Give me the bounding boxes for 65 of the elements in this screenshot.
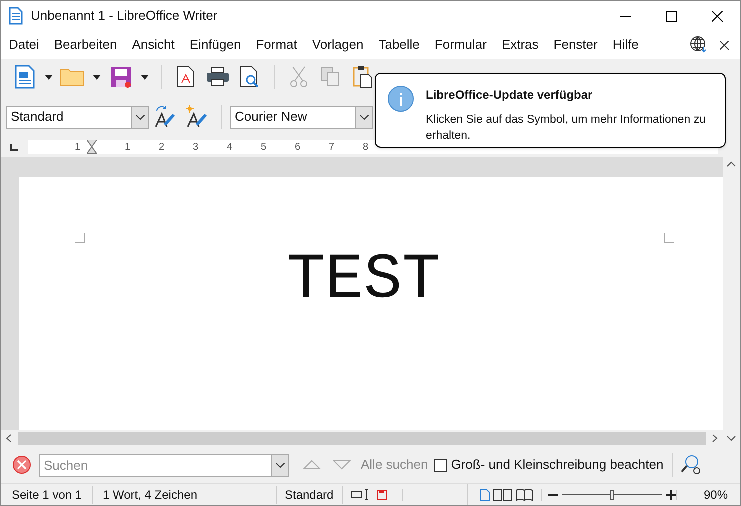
ruler-number: 7 — [329, 141, 335, 155]
notification-message: Klicken Sie auf das Symbol, um mehr Informationen zu erhalten. — [426, 113, 707, 144]
close-icon — [720, 40, 728, 50]
dropdown-caret-icon[interactable] — [93, 74, 101, 80]
paragraph-style-field[interactable]: Standard — [6, 106, 149, 128]
word-count: 1 Wort, 4 Zeichen — [93, 486, 277, 504]
indent-marker-icon[interactable] — [87, 140, 97, 154]
dropdown-caret-icon[interactable] — [141, 74, 149, 80]
maximize-icon — [666, 10, 676, 22]
menu-item[interactable]: Ansicht — [128, 35, 179, 55]
search-field[interactable]: Suchen — [39, 454, 272, 476]
scroll-up-icon[interactable] — [727, 161, 736, 167]
zoom-slider-thumb[interactable] — [610, 490, 614, 500]
selection-mode-icon[interactable] — [351, 488, 369, 500]
page-style: Standard — [277, 486, 343, 504]
book-view-icon[interactable] — [516, 488, 534, 500]
ruler-number: 2 — [159, 141, 165, 155]
match-case-checkbox[interactable] — [434, 458, 448, 472]
close-icon — [712, 10, 722, 22]
multi-page-view-icon[interactable] — [493, 488, 513, 500]
page-count: Seite 1 von 1 — [1, 486, 93, 504]
info-icon — [388, 86, 414, 112]
menu-item[interactable]: Hilfe — [608, 35, 643, 55]
close-find-bar-icon[interactable] — [13, 456, 31, 474]
down-arrow-icon — [333, 460, 351, 470]
font-name-field[interactable]: Courier New — [230, 106, 373, 128]
menu-item[interactable]: Bearbeiten — [50, 35, 122, 55]
search-history-dropdown[interactable] — [272, 454, 289, 476]
minus-icon — [548, 494, 558, 496]
ruler-number: 5 — [261, 141, 267, 155]
zoom-slider[interactable] — [562, 490, 662, 500]
notification-title: LibreOffice-Update verfügbar — [426, 87, 594, 104]
ruler-number: 4 — [227, 141, 233, 155]
dropdown-caret-icon[interactable] — [45, 74, 53, 80]
match-case-label: Groß- und Kleinschreibung beachten — [451, 456, 664, 474]
update-notification[interactable]: LibreOffice-Update verfügbar Klicken Sie auf das Symbol, um mehr Informationen zu erhalten. — [375, 73, 726, 148]
up-arrow-icon — [303, 460, 321, 470]
zoom-percentage: 90% — [702, 486, 729, 504]
menu-item[interactable]: Vorlagen — [308, 35, 368, 55]
tab-stop-icon[interactable] — [10, 144, 18, 150]
ruler-number: 1 — [75, 141, 81, 155]
plus-icon — [666, 490, 676, 500]
menu-item[interactable]: Datei — [5, 35, 44, 55]
ruler-number: 8 — [363, 141, 369, 155]
zoom-in-button[interactable] — [666, 490, 676, 500]
document-text: TEST — [287, 249, 441, 313]
ruler-number: 6 — [295, 141, 301, 155]
chevron-down-icon — [360, 114, 368, 120]
menu-item[interactable]: Formular — [430, 35, 491, 55]
menu-item[interactable]: Tabelle — [374, 35, 424, 55]
find-replace-icon[interactable] — [680, 454, 703, 476]
window-title: Unbenannt 1 - LibreOffice Writer — [31, 7, 218, 26]
ruler-number: 3 — [193, 141, 199, 155]
menu-item[interactable]: Einfügen — [186, 35, 246, 55]
menu-item[interactable]: Format — [252, 35, 302, 55]
document-icon — [9, 7, 23, 25]
menu-item[interactable]: Extras — [498, 35, 543, 55]
chevron-down-icon — [276, 462, 284, 468]
menu-item[interactable]: Fenster — [550, 35, 602, 55]
single-page-view-icon[interactable] — [480, 488, 490, 500]
chevron-down-icon — [136, 114, 144, 120]
document-page[interactable]: TEST — [19, 177, 723, 430]
globe-update-icon[interactable] — [690, 36, 708, 54]
ruler-number: 1 — [125, 141, 131, 155]
scroll-down-icon[interactable] — [727, 436, 736, 442]
